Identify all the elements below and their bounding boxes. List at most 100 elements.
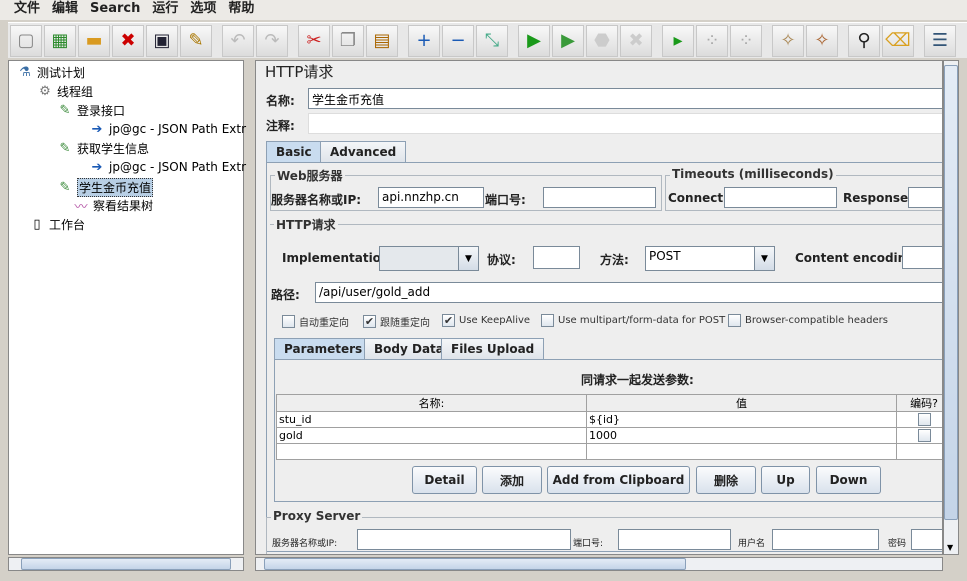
down-button[interactable]: Down	[816, 466, 881, 494]
comment-input[interactable]	[308, 113, 942, 134]
paste-icon: ▤	[373, 30, 391, 51]
encode-checkbox[interactable]	[896, 411, 942, 428]
tree-node-sampler[interactable]: ✎ 获取学生信息	[57, 140, 149, 157]
paste-button[interactable]: ▤	[366, 24, 398, 57]
tab-advanced[interactable]: Advanced	[320, 141, 407, 163]
undo-button[interactable]: ↶	[222, 24, 254, 57]
tree-node-extractor[interactable]: ➔ jp@gc - JSON Path Extr	[89, 121, 246, 137]
stop-icon: ⬣	[594, 30, 610, 51]
multipart-checkbox[interactable]: Use multipart/form-data for POST	[541, 314, 725, 327]
chevron-down-icon[interactable]: ▼	[754, 247, 774, 270]
param-name[interactable]: gold	[276, 427, 587, 444]
method-select[interactable]: POST ▼	[645, 246, 775, 271]
proxy-server-input[interactable]	[357, 529, 571, 550]
response-timeout-input[interactable]	[908, 187, 942, 208]
panel-horizontal-scrollbar[interactable]	[255, 557, 943, 571]
column-header-value[interactable]: 值	[586, 394, 897, 412]
encode-checkbox[interactable]	[896, 427, 942, 444]
open-icon: ▬	[85, 30, 103, 51]
stop-button[interactable]: ⬣	[586, 24, 618, 57]
new-button[interactable]: ▢	[10, 24, 42, 57]
follow-redirect-checkbox[interactable]: ✔ 跟随重定向	[363, 314, 430, 329]
tree-horizontal-scrollbar[interactable]	[8, 557, 244, 571]
function-helper-button[interactable]: ☰	[924, 24, 956, 57]
cut-button[interactable]: ✂	[298, 24, 330, 57]
start-button[interactable]: ▶	[518, 24, 550, 57]
path-input[interactable]: /api/user/gold_add	[315, 282, 942, 303]
port-label: 端口号:	[485, 193, 526, 207]
shutdown-button[interactable]: ✖	[620, 24, 652, 57]
menu-options[interactable]: 选项	[184, 0, 222, 20]
proxy-user-input[interactable]	[772, 529, 879, 550]
tree-node-test-plan[interactable]: ⚗ 测试计划	[17, 64, 85, 81]
save-button[interactable]: ▣	[146, 24, 178, 57]
connect-timeout-input[interactable]	[724, 187, 837, 208]
menu-run[interactable]: 运行	[146, 0, 184, 20]
save-as-button[interactable]: ✎	[180, 24, 212, 57]
menu-file[interactable]: 文件	[8, 0, 46, 20]
menu-help[interactable]: 帮助	[222, 0, 260, 20]
proxy-server-label: 服务器名称或IP:	[272, 539, 338, 549]
collapse-button[interactable]: −	[442, 24, 474, 57]
content-encoding-input[interactable]	[902, 246, 942, 269]
vertical-scrollbar[interactable]: ▼	[943, 60, 959, 555]
tree-node-sampler[interactable]: ✎ 登录接口	[57, 102, 125, 119]
tree-node-workbench[interactable]: ▯ 工作台	[29, 216, 85, 233]
tree-node-sampler-selected[interactable]: ✎ 学生金币充值	[57, 178, 154, 197]
clear-button[interactable]: ✧	[772, 24, 804, 57]
test-plan-tree: ⚗ 测试计划 ⚙ 线程组 ✎ 登录接口 ➔ jp@gc - JSON Path Extr…	[8, 60, 246, 555]
tab-files-upload[interactable]: Files Upload	[441, 338, 545, 360]
tab-basic[interactable]: Basic	[266, 141, 322, 163]
tree-node-listener[interactable]: 〰察看结果树	[73, 197, 153, 215]
port-input[interactable]	[543, 187, 656, 208]
menu-edit[interactable]: 编辑	[46, 0, 84, 20]
arrow-icon: ➔	[91, 159, 103, 175]
redo-icon: ↷	[264, 30, 280, 51]
add-button[interactable]: 添加	[482, 466, 542, 494]
copy-button[interactable]: ❐	[332, 24, 364, 57]
redo-button[interactable]: ↷	[256, 24, 288, 57]
templates-button[interactable]: ▦	[44, 24, 76, 57]
keepalive-checkbox[interactable]: ✔ Use KeepAlive	[442, 314, 530, 327]
detail-button[interactable]: Detail	[412, 466, 477, 494]
param-value[interactable]: ${id}	[586, 411, 897, 428]
name-input[interactable]: 学生金币充值	[308, 88, 942, 109]
param-name[interactable]: stu_id	[276, 411, 587, 428]
server-input[interactable]: api.nnzhp.cn	[378, 187, 484, 208]
reset-search-button[interactable]: ⌫	[882, 24, 914, 57]
protocol-input[interactable]	[533, 246, 580, 269]
auto-redirect-checkbox[interactable]: 自动重定向	[282, 314, 349, 329]
proxy-password-input[interactable]	[911, 529, 942, 550]
menu-search[interactable]: Search	[84, 0, 146, 20]
workbench-icon: ▯	[33, 217, 41, 232]
tree-node-thread-group[interactable]: ⚙ 线程组	[37, 83, 93, 100]
start-no-pause-button[interactable]: ▶	[552, 24, 584, 57]
close-button[interactable]: ✖	[112, 24, 144, 57]
toggle-button[interactable]: ⤡	[476, 24, 508, 57]
start-icon: ▶	[527, 30, 541, 51]
clear-all-button[interactable]: ✧	[806, 24, 838, 57]
implementation-select[interactable]: ▼	[379, 246, 479, 271]
expand-button[interactable]: +	[408, 24, 440, 57]
response-label: Response:	[843, 191, 913, 205]
tree-node-extractor[interactable]: ➔ jp@gc - JSON Path Extr	[89, 159, 246, 175]
scroll-down-icon: ▼	[947, 543, 954, 552]
column-header-name[interactable]: 名称:	[276, 394, 587, 412]
proxy-port-input[interactable]	[618, 529, 731, 550]
search-button[interactable]: ⚲	[848, 24, 880, 57]
tab-parameters[interactable]: Parameters	[274, 338, 373, 360]
open-button[interactable]: ▬	[78, 24, 110, 57]
delete-button[interactable]: 删除	[696, 466, 756, 494]
save-icon: ▣	[153, 30, 171, 51]
chevron-down-icon[interactable]: ▼	[458, 247, 478, 270]
remote-stop-button[interactable]: ⁘	[696, 24, 728, 57]
browser-headers-checkbox[interactable]: Browser-compatible headers	[728, 314, 888, 327]
column-header-encode[interactable]: 编码?	[896, 394, 942, 412]
up-button[interactable]: Up	[761, 466, 810, 494]
param-value[interactable]: 1000	[586, 427, 897, 444]
remote-exit-button[interactable]: ⁘	[730, 24, 762, 57]
remote-start-button[interactable]: ▸	[662, 24, 694, 57]
server-label: 服务器名称或IP:	[271, 193, 362, 207]
add-from-clipboard-button[interactable]: Add from Clipboard	[547, 466, 690, 494]
pipette-icon: ✎	[59, 141, 71, 156]
